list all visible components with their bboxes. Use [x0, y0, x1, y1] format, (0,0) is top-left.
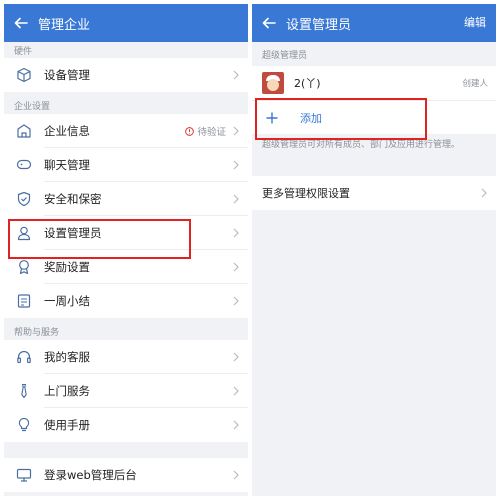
menu-item-my-support[interactable]: 我的客服	[4, 340, 248, 374]
section-label-super-admin: 超级管理员	[262, 50, 308, 61]
menu-item-enterprise-info[interactable]: 企业信息 待验证	[4, 114, 248, 148]
menu-item-web-admin-login[interactable]: 登录web管理后台	[4, 458, 248, 492]
highlight-box-set-admin	[8, 219, 191, 259]
back-button[interactable]	[252, 4, 286, 42]
admin-row[interactable]: 2(丫) 创建人	[252, 66, 496, 100]
shield-icon	[17, 191, 31, 207]
menu-item-user-manual[interactable]: 使用手册	[4, 408, 248, 442]
back-arrow-icon	[262, 17, 276, 29]
edit-button[interactable]: 编辑	[464, 4, 486, 42]
chevron-right-icon	[233, 160, 239, 170]
chevron-right-icon	[233, 420, 239, 430]
chevron-right-icon	[481, 188, 487, 198]
menu-item-label: 企业信息	[44, 124, 90, 138]
menu-item-chat-management[interactable]: 聊天管理	[4, 148, 248, 182]
report-icon	[17, 294, 31, 308]
chat-bubble-icon	[16, 159, 32, 170]
menu-item-label: 我的客服	[44, 350, 90, 364]
menu-item-device-management[interactable]: 设备管理	[4, 58, 248, 92]
menu-item-label: 聊天管理	[44, 158, 90, 172]
top-bar: 管理企业	[4, 4, 248, 42]
chevron-right-icon	[233, 70, 239, 80]
headset-icon	[17, 350, 31, 364]
chevron-right-icon	[233, 386, 239, 396]
admin-role-badge: 创建人	[462, 79, 488, 89]
help-group: 我的客服 上门服务 使用手册	[4, 340, 248, 442]
menu-item-label: 上门服务	[44, 384, 90, 398]
menu-item-label: 一周小结	[44, 294, 90, 308]
section-label-enterprise: 企业设置	[14, 101, 51, 112]
chevron-right-icon	[233, 262, 239, 272]
web-group: 登录web管理后台	[4, 458, 248, 492]
medal-icon	[19, 260, 29, 275]
chevron-right-icon	[233, 296, 239, 306]
menu-item-label: 登录web管理后台	[44, 468, 137, 482]
status-text: 待验证	[197, 127, 226, 138]
admin-name: 2(丫)	[294, 77, 321, 90]
alert-icon	[185, 126, 195, 136]
more-permission-settings[interactable]: 更多管理权限设置	[252, 176, 496, 210]
page-title: 管理企业	[38, 17, 91, 33]
page-title: 设置管理员	[286, 17, 352, 33]
menu-item-label: 使用手册	[44, 418, 90, 432]
section-label-hardware: 硬件	[14, 46, 33, 57]
chevron-right-icon	[233, 194, 239, 204]
chevron-right-icon	[233, 470, 239, 480]
menu-item-weekly-summary[interactable]: 一周小结	[4, 284, 248, 318]
lightbulb-icon	[18, 417, 30, 432]
cube-icon	[17, 67, 31, 83]
more-settings-label: 更多管理权限设置	[262, 187, 350, 200]
hardware-group: 设备管理	[4, 58, 248, 92]
enterprise-group: 企业信息 待验证 聊天管理 安全和保密 设置管理员 奖励设置 一周小结	[4, 114, 248, 318]
chevron-right-icon	[233, 228, 239, 238]
top-bar: 设置管理员 编辑	[252, 4, 496, 42]
tie-icon	[21, 383, 27, 399]
verification-status: 待验证	[185, 114, 226, 148]
menu-item-label: 奖励设置	[44, 260, 90, 274]
menu-item-security[interactable]: 安全和保密	[4, 182, 248, 216]
menu-item-label: 安全和保密	[44, 192, 102, 206]
back-button[interactable]	[4, 4, 38, 42]
chevron-right-icon	[233, 126, 239, 136]
highlight-box-add	[255, 98, 427, 140]
section-label-help: 帮助与服务	[14, 327, 60, 338]
avatar	[262, 72, 284, 94]
building-icon	[17, 124, 31, 138]
menu-item-onsite-service[interactable]: 上门服务	[4, 374, 248, 408]
menu-item-label: 设备管理	[44, 68, 90, 82]
back-arrow-icon	[14, 17, 28, 29]
monitor-icon	[16, 468, 32, 482]
chevron-right-icon	[233, 352, 239, 362]
set-admin-screen: 设置管理员 编辑 超级管理员 2(丫) 创建人 添加 超级管理员可对所有成员、部…	[252, 4, 496, 496]
